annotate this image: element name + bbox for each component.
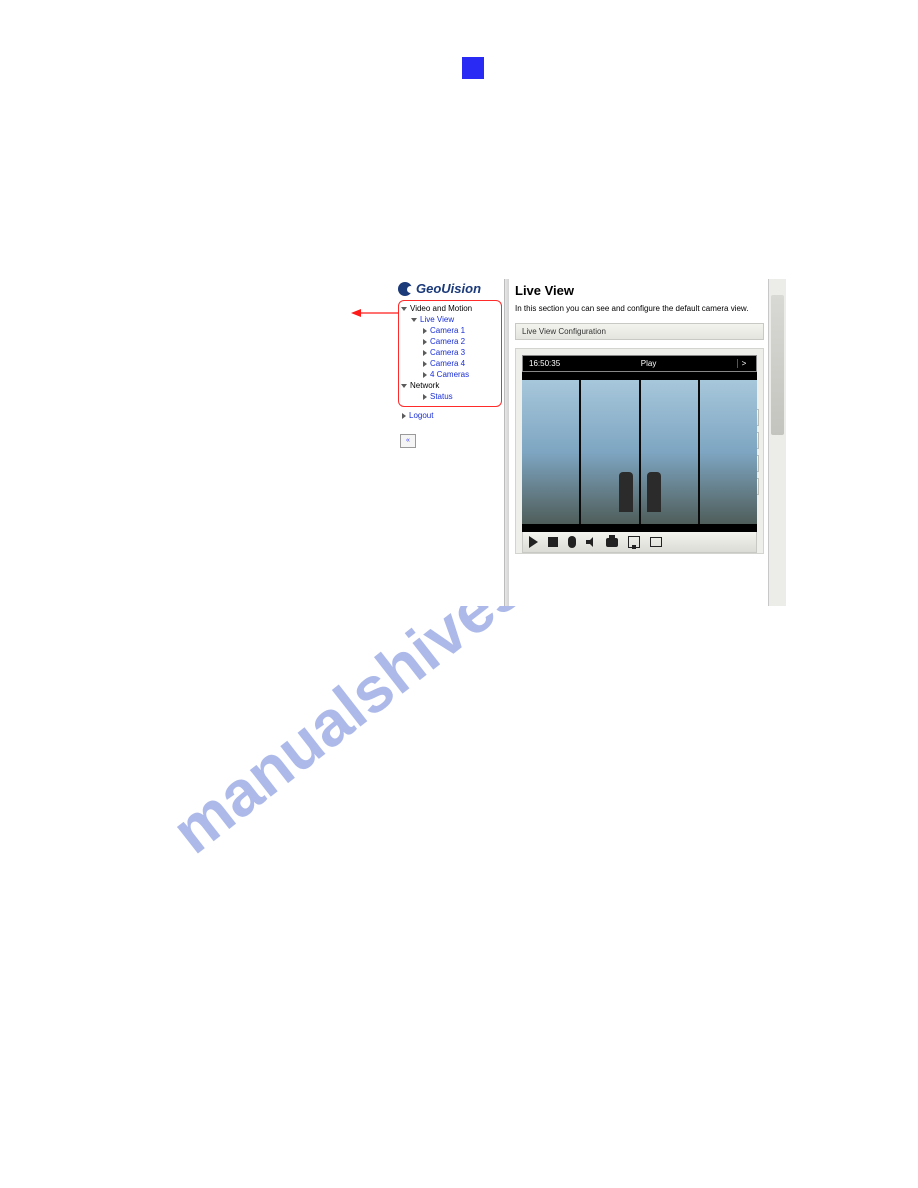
next-button[interactable]: > xyxy=(737,359,750,368)
tree-camera-1[interactable]: Camera 1 xyxy=(401,325,499,336)
tree-label: Camera 1 xyxy=(430,326,465,335)
mic-icon[interactable] xyxy=(568,536,576,548)
video-container: ☰ 📷 ⊕ ⚏ 16:50:35 Play > xyxy=(515,348,764,554)
tree-label: Video and Motion xyxy=(410,304,472,313)
video-frame[interactable] xyxy=(522,372,757,532)
brand-text: GeoUision xyxy=(416,281,481,296)
video-pane xyxy=(581,380,640,524)
video-pane xyxy=(522,380,581,524)
logo-mark-icon xyxy=(398,282,412,296)
video-timestamp: 16:50:35 xyxy=(529,359,560,368)
tree-camera-4[interactable]: Camera 4 xyxy=(401,358,499,369)
play-icon[interactable] xyxy=(529,536,538,548)
video-state: Play xyxy=(641,359,657,368)
chevron-down-icon xyxy=(401,307,407,311)
tree-camera-3[interactable]: Camera 3 xyxy=(401,347,499,358)
logout-label: Logout xyxy=(409,411,433,420)
video-canvas xyxy=(522,380,757,524)
tree-status[interactable]: Status xyxy=(401,391,499,402)
fullscreen-icon[interactable] xyxy=(650,537,662,547)
tree-label: Camera 3 xyxy=(430,348,465,357)
brand-logo: GeoUision xyxy=(396,279,504,300)
tree-label: Camera 4 xyxy=(430,359,465,368)
nav-tree: Video and Motion Live View Camera 1 Came… xyxy=(398,300,502,407)
scroll-thumb[interactable] xyxy=(771,295,784,435)
tree-label: 4 Cameras xyxy=(430,370,469,379)
chevron-right-icon xyxy=(402,413,406,419)
tree-network[interactable]: Network xyxy=(401,380,499,391)
scrollbar[interactable] xyxy=(768,279,786,606)
tree-video-motion[interactable]: Video and Motion xyxy=(401,303,499,314)
app-screenshot: GeoUision Video and Motion Live View Cam… xyxy=(396,279,786,606)
main-panel: Live View In this section you can see an… xyxy=(509,279,786,606)
person-silhouette xyxy=(619,472,633,512)
header-square xyxy=(462,57,484,79)
speaker-icon[interactable] xyxy=(586,537,596,547)
tree-label: Status xyxy=(430,392,453,401)
section-header: Live View Configuration xyxy=(515,323,764,340)
video-toolbar xyxy=(522,532,757,553)
left-sidebar: GeoUision Video and Motion Live View Cam… xyxy=(396,279,504,606)
chevron-right-icon xyxy=(423,394,427,400)
chevron-right-icon xyxy=(423,372,427,378)
stop-icon[interactable] xyxy=(548,537,558,547)
video-pane xyxy=(641,380,700,524)
chevron-right-icon xyxy=(423,350,427,356)
tree-label: Network xyxy=(410,381,439,390)
logout-link[interactable]: Logout xyxy=(396,407,504,420)
person-silhouette xyxy=(647,472,661,512)
video-header: 16:50:35 Play > xyxy=(522,355,757,372)
snapshot-icon[interactable] xyxy=(606,538,618,547)
tree-label: Live View xyxy=(420,315,454,324)
panel-title: Live View xyxy=(509,279,786,304)
video-pane xyxy=(700,380,757,524)
panel-description: In this section you can see and configur… xyxy=(509,304,786,323)
chevron-right-icon xyxy=(423,339,427,345)
chevron-right-icon xyxy=(423,328,427,334)
tree-live-view[interactable]: Live View xyxy=(401,314,499,325)
chevron-right-icon xyxy=(423,361,427,367)
chevron-down-icon xyxy=(401,384,407,388)
tree-label: Camera 2 xyxy=(430,337,465,346)
save-icon[interactable] xyxy=(628,536,640,548)
tree-camera-2[interactable]: Camera 2 xyxy=(401,336,499,347)
collapse-sidebar-button[interactable]: « xyxy=(400,434,416,448)
chevron-down-icon xyxy=(411,318,417,322)
callout-arrow xyxy=(351,308,399,318)
tree-4-cameras[interactable]: 4 Cameras xyxy=(401,369,499,380)
